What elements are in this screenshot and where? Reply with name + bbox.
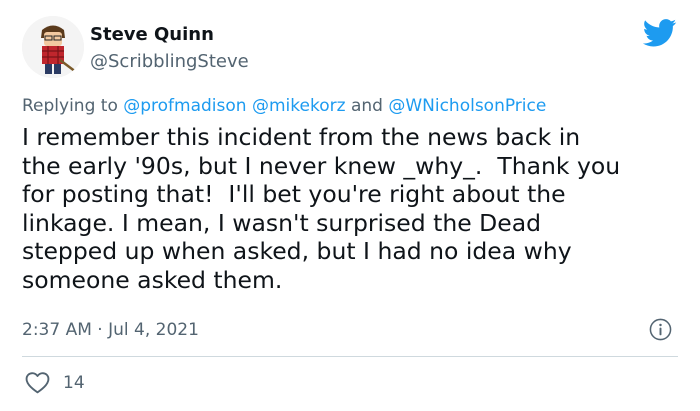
divider bbox=[22, 356, 678, 357]
mention-link[interactable]: @mikekorz bbox=[252, 96, 346, 116]
mention-link[interactable]: @WNicholsonPrice bbox=[388, 96, 546, 116]
replying-to-conjunction: and bbox=[350, 96, 383, 116]
tweet-card: Steve Quinn @ScribblingSteve Replying to… bbox=[0, 0, 700, 411]
cartoon-avatar-icon bbox=[22, 16, 84, 78]
mention-link[interactable]: @profmadison bbox=[123, 96, 246, 116]
avatar[interactable] bbox=[22, 16, 84, 78]
like-count: 14 bbox=[63, 373, 85, 393]
tweet-timestamp[interactable]: 2:37 AM · Jul 4, 2021 bbox=[22, 320, 199, 340]
tweet-text: I remember this incident from the news b… bbox=[22, 123, 621, 294]
author-handle[interactable]: @ScribblingSteve bbox=[90, 51, 249, 72]
twitter-bird-icon[interactable] bbox=[642, 19, 677, 47]
info-icon[interactable] bbox=[649, 318, 672, 341]
heart-icon[interactable] bbox=[25, 371, 50, 394]
replying-to: Replying to @profmadison @mikekorz and @… bbox=[22, 96, 546, 116]
replying-to-label: Replying to bbox=[22, 96, 118, 116]
author-name[interactable]: Steve Quinn bbox=[90, 24, 214, 45]
